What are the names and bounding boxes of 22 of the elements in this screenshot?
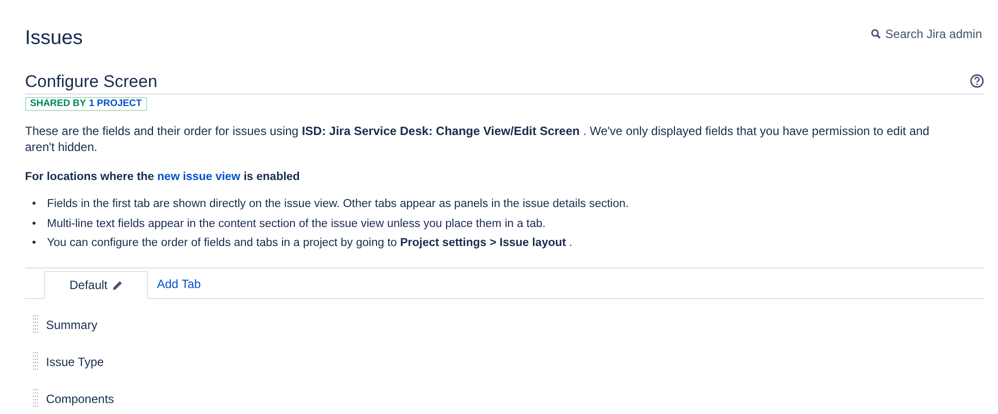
notice-text: For locations where the new issue view is enabled: [25, 170, 301, 185]
search-link[interactable]: Search Jira admin: [871, 27, 982, 41]
bullet-text: You can configure the order of fields and tabs in a project by going to Project settings > Issue layout .: [47, 236, 572, 251]
screen-title: Configure Screen: [25, 72, 158, 92]
issue-view-link[interactable]: new issue view: [157, 171, 240, 183]
bullet-marker: •: [32, 236, 38, 251]
bullet-marker: •: [32, 216, 38, 232]
bullet-marker: •: [32, 197, 38, 212]
field-name: Summary: [46, 318, 98, 332]
field-name: Issue Type: [46, 355, 104, 369]
pencil-icon[interactable]: [112, 280, 123, 290]
field-name: Components: [46, 392, 114, 406]
bullet-text: Fields in the first tab are shown directly on the issue view. Other tabs appear as panels in the issue details section.: [47, 197, 629, 212]
tab[interactable]: Default: [44, 270, 148, 298]
bullet-text: Multi-line text fields appear in the content section of the issue view unless you place them in a tab.: [47, 216, 546, 232]
description-text: These are the fields and their order for issues using ISD: Jira Service Desk: Change View/Edit Screen . We've only displayed fields that you have permission to edit and aren't hidden.: [25, 123, 930, 155]
badge-label: SHARED BY: [30, 98, 86, 110]
search-icon: [871, 29, 882, 39]
project-link[interactable]: 1 PROJECT: [88, 98, 142, 110]
page-title: Issues: [25, 26, 83, 50]
help-icon[interactable]: [970, 74, 984, 88]
add-tab-link[interactable]: Add Tab: [157, 270, 201, 298]
